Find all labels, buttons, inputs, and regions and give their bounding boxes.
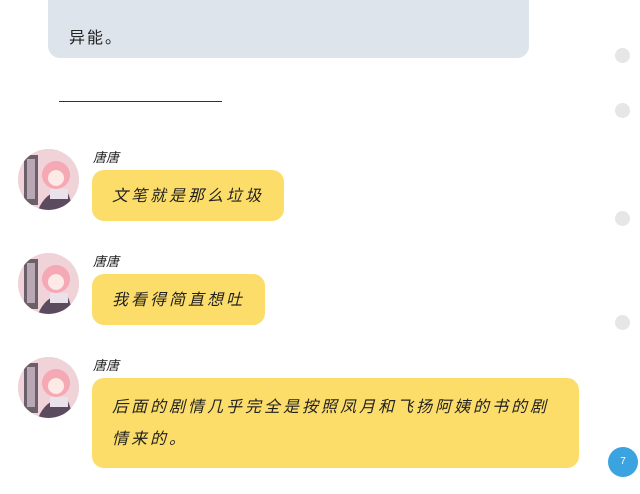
- avatar[interactable]: [18, 357, 79, 418]
- message-bubble: 后面的剧情几乎完全是按照凤月和飞扬阿姨的书的剧情来的。: [92, 378, 579, 468]
- sender-name: 唐唐: [93, 359, 120, 374]
- scroll-dot: [615, 211, 630, 226]
- scroll-dot: [615, 48, 630, 63]
- scroll-dot: [615, 315, 630, 330]
- scroll-dot: [615, 103, 630, 118]
- avatar[interactable]: [18, 253, 79, 314]
- avatar-image: [18, 357, 79, 418]
- chat-page: 异能。 唐唐 文笔就是那么垃圾 唐唐 我看得简直想吐 唐唐 后面的剧情几乎完全是…: [0, 0, 640, 494]
- sender-name: 唐唐: [93, 255, 120, 270]
- page-number-badge[interactable]: 7: [608, 447, 638, 477]
- message-bubble: 我看得简直想吐: [92, 274, 266, 325]
- sender-name: 唐唐: [93, 151, 120, 166]
- avatar[interactable]: [18, 149, 79, 210]
- previous-message-text: 异能。: [69, 28, 124, 47]
- message-bubble: 文笔就是那么垃圾: [92, 170, 285, 221]
- avatar-image: [18, 253, 79, 314]
- section-divider: [59, 101, 222, 102]
- avatar-image: [18, 149, 79, 210]
